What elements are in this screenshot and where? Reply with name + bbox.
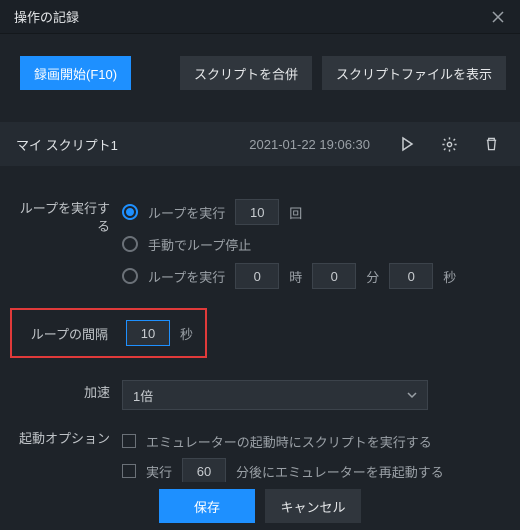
restart-after-suffix: 分後にエミュレーターを再起動する — [236, 462, 444, 481]
loop-time-prefix: ループを実行 — [148, 267, 225, 286]
radio-loop-count[interactable] — [122, 204, 138, 220]
script-timestamp: 2021-01-22 19:06:30 — [249, 137, 370, 152]
save-button[interactable]: 保存 — [159, 489, 255, 523]
footer: 保存 キャンセル — [0, 482, 520, 530]
loop-seconds-input[interactable] — [389, 263, 433, 289]
interval-unit: 秒 — [180, 324, 193, 343]
loop-hours-unit: 時 — [289, 267, 302, 286]
chevron-down-icon — [407, 390, 417, 400]
accel-row: 加速 1倍 — [18, 380, 502, 410]
merge-script-button[interactable]: スクリプトを合併 — [180, 56, 312, 90]
loop-minutes-input[interactable] — [312, 263, 356, 289]
restart-after-prefix: 実行 — [146, 462, 172, 481]
show-script-file-button[interactable]: スクリプトファイルを表示 — [322, 56, 506, 90]
accel-value: 1倍 — [133, 386, 153, 405]
loop-hours-input[interactable] — [235, 263, 279, 289]
loop-label: ループを実行する — [18, 196, 122, 235]
loop-interval-row: ループの間隔 秒 — [18, 308, 502, 358]
gear-icon[interactable] — [436, 131, 462, 157]
loop-mode-row: ループを実行する ループを実行 回 手動でループ停止 ループを実行 時 分 秒 — [18, 196, 502, 292]
restart-after-input[interactable] — [182, 458, 226, 484]
script-name: マイ スクリプト1 — [16, 135, 118, 154]
play-icon[interactable] — [394, 131, 420, 157]
record-start-button[interactable]: 録画開始(F10) — [20, 56, 131, 90]
trash-icon[interactable] — [478, 131, 504, 157]
loop-count-suffix: 回 — [289, 203, 302, 222]
radio-loop-manual[interactable] — [122, 236, 138, 252]
startup-row: 起動オプション エミュレーターの起動時にスクリプトを実行する 実行 分後にエミュ… — [18, 426, 502, 486]
loop-count-prefix: ループを実行 — [148, 203, 225, 222]
run-on-start-label: エミュレーターの起動時にスクリプトを実行する — [146, 432, 432, 451]
checkbox-restart-after[interactable] — [122, 464, 136, 478]
accel-label: 加速 — [18, 380, 122, 402]
startup-label: 起動オプション — [18, 426, 122, 448]
checkbox-run-on-start[interactable] — [122, 434, 136, 448]
loop-count-input[interactable] — [235, 199, 279, 225]
loop-seconds-unit: 秒 — [443, 267, 456, 286]
interval-label: ループの間隔 — [24, 324, 116, 343]
titlebar: 操作の記録 — [0, 0, 520, 34]
interval-input[interactable] — [126, 320, 170, 346]
loop-minutes-unit: 分 — [366, 267, 379, 286]
loop-interval-highlight: ループの間隔 秒 — [10, 308, 207, 358]
accel-select[interactable]: 1倍 — [122, 380, 428, 410]
window-title: 操作の記録 — [14, 7, 79, 26]
script-row: マイ スクリプト1 2021-01-22 19:06:30 — [0, 122, 520, 166]
toolbar: 録画開始(F10) スクリプトを合併 スクリプトファイルを表示 — [0, 34, 520, 106]
loop-manual-label: 手動でループ停止 — [148, 235, 251, 254]
cancel-button[interactable]: キャンセル — [265, 489, 361, 523]
close-icon[interactable] — [486, 5, 510, 29]
settings-body: ループを実行する ループを実行 回 手動でループ停止 ループを実行 時 分 秒 — [0, 166, 520, 512]
radio-loop-time[interactable] — [122, 268, 138, 284]
